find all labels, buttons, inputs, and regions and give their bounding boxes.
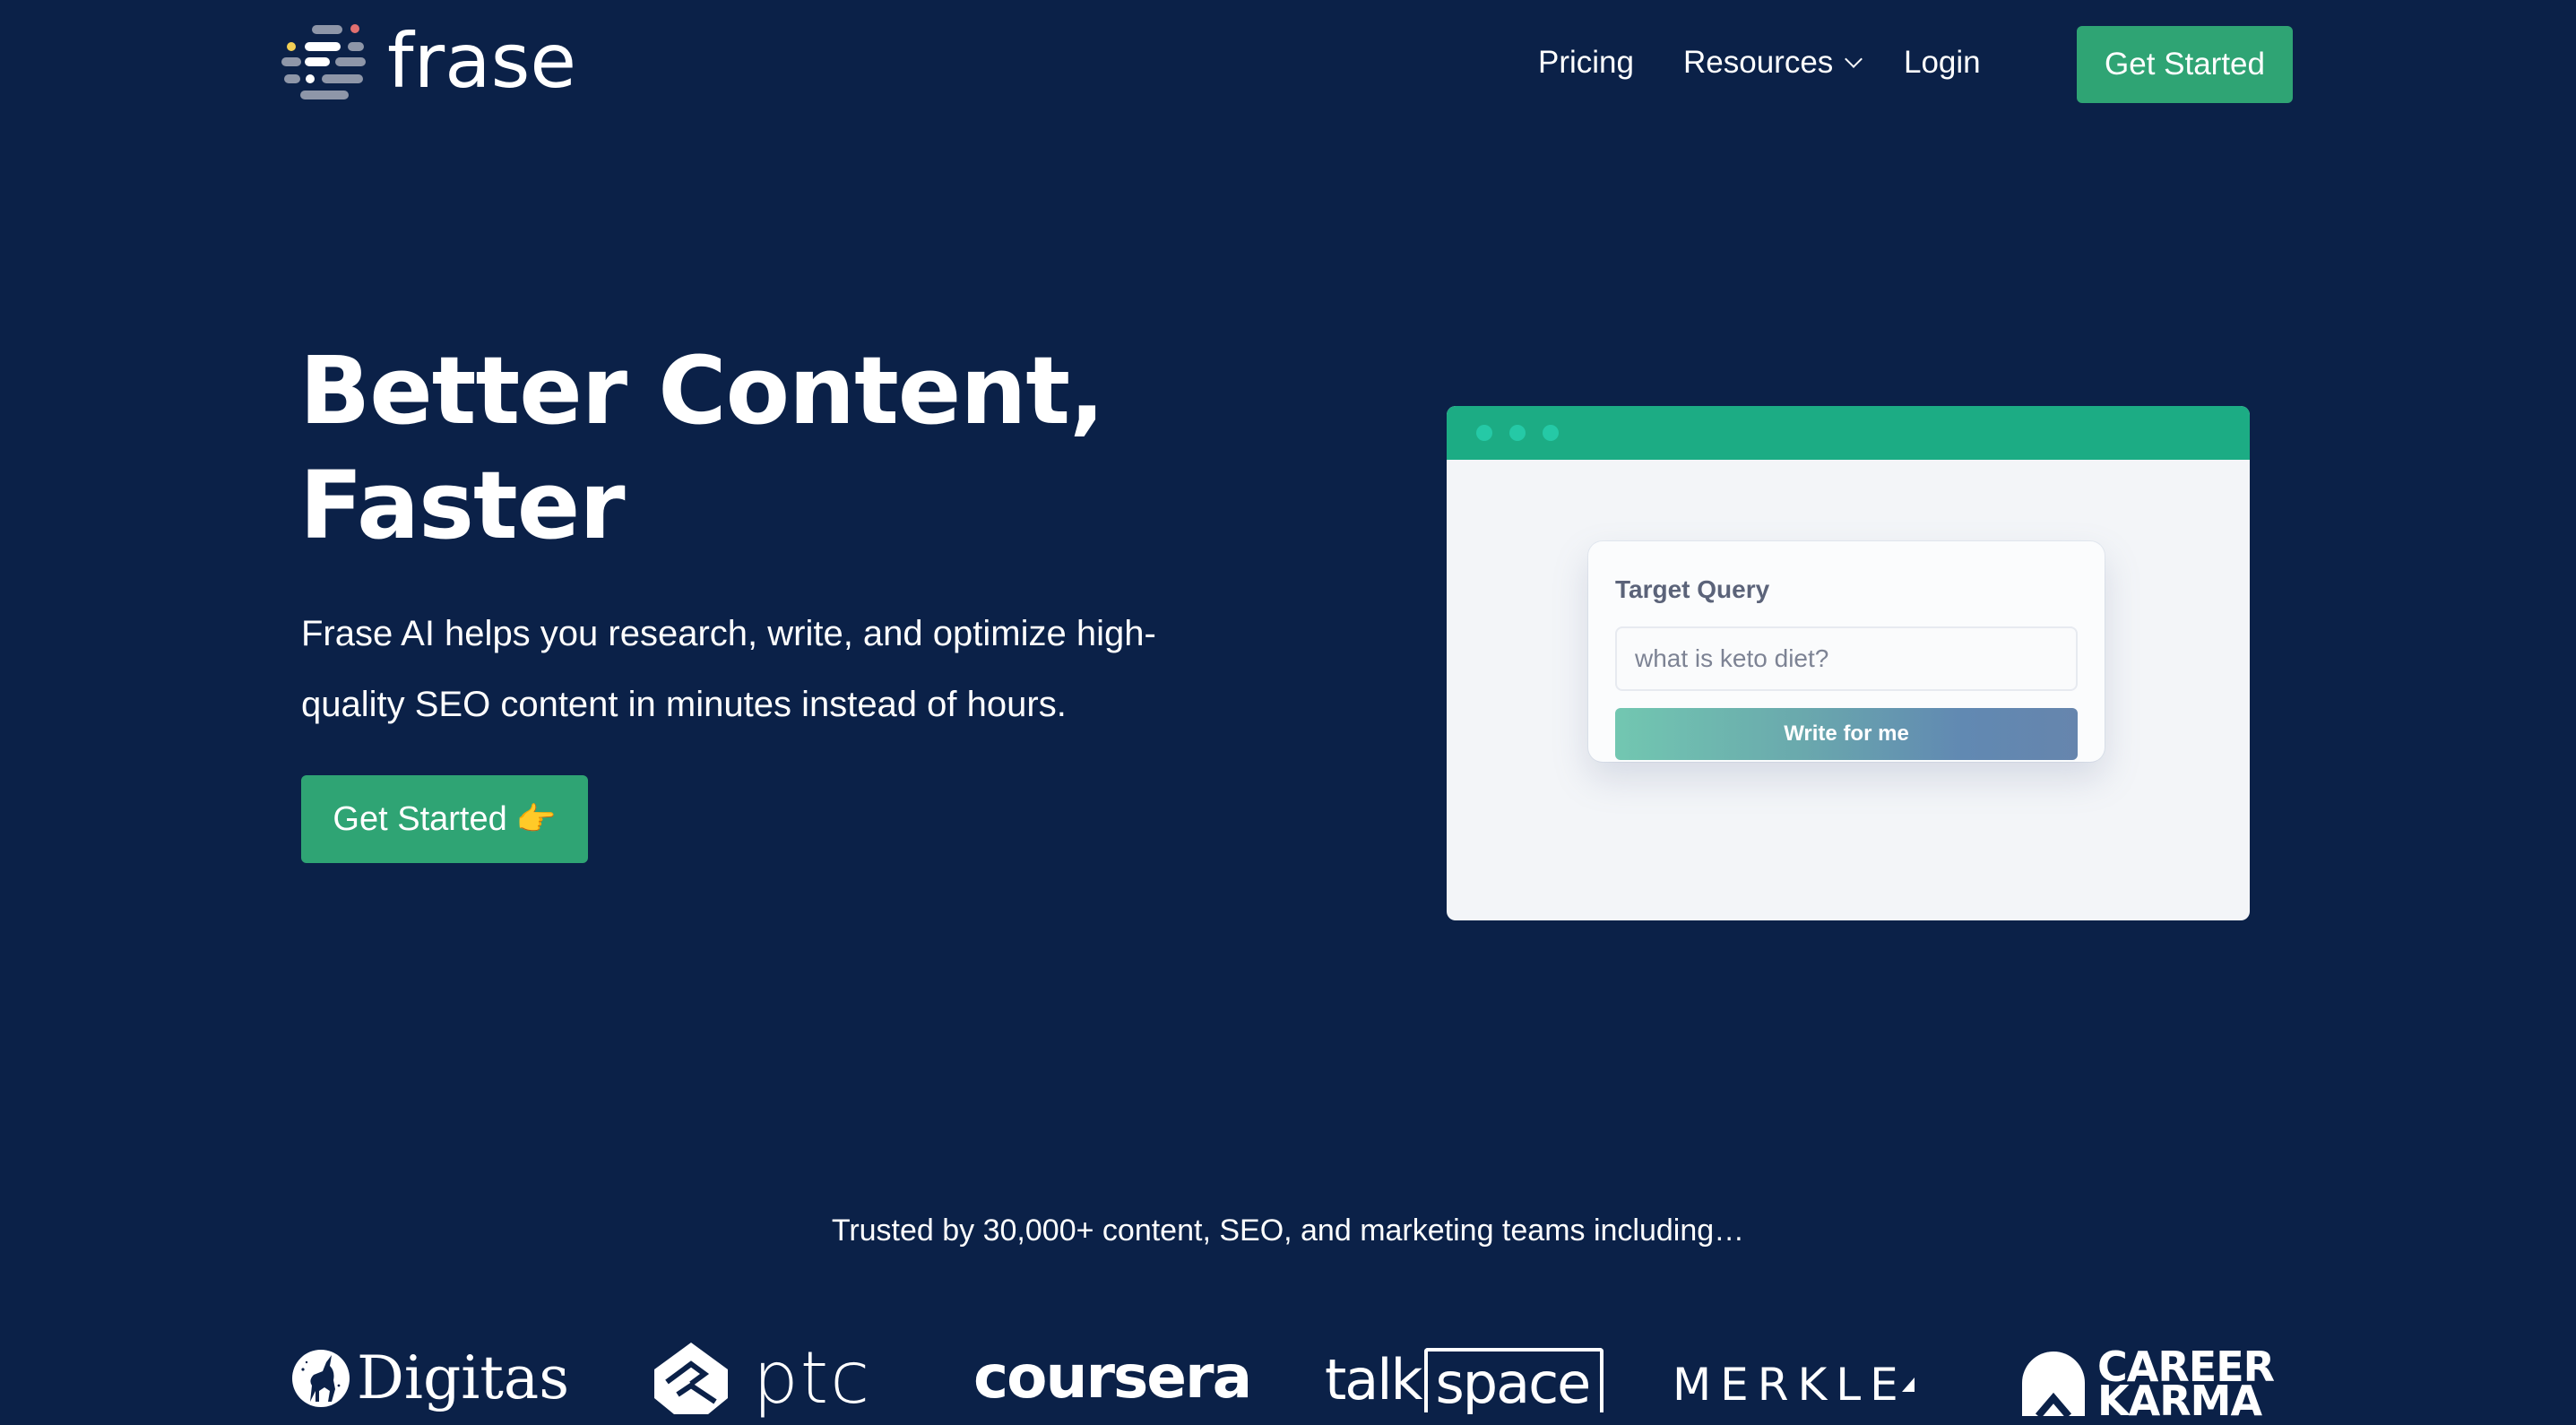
digitas-wordmark: Digitas — [357, 1343, 570, 1412]
nav-resources-label: Resources — [1683, 45, 1834, 80]
nav-login-link[interactable]: Login — [1904, 41, 1981, 84]
pointing-hand-icon: 👉 — [515, 800, 557, 837]
top-navigation: frase Pricing Resources Login Get Starte… — [0, 0, 2576, 125]
hero-title-line-2: Faster — [299, 451, 626, 560]
window-dot-icon — [1476, 425, 1492, 441]
hero-subtitle: Frase AI helps you research, write, and … — [301, 599, 1197, 740]
hero-subtitle-line-2: quality SEO content in minutes instead o… — [301, 685, 1067, 724]
nav-pricing-link[interactable]: Pricing — [1538, 41, 1634, 84]
ptc-mark-icon — [654, 1343, 728, 1414]
career-karma-logo: CAREER KARMA — [2022, 1346, 2275, 1425]
talkspace-wordmark-space: space — [1424, 1348, 1604, 1412]
hero-subtitle-line-1: Frase AI helps you research, write, and … — [301, 614, 1156, 653]
hero-get-started-button[interactable]: Get Started 👉 — [301, 775, 588, 863]
merkle-wordmark: MERKLE — [1673, 1359, 1907, 1411]
merkle-triangle-icon — [1901, 1378, 1915, 1392]
chevron-down-icon — [1845, 50, 1863, 68]
brand-name: frase — [387, 17, 577, 105]
target-query-input[interactable] — [1615, 626, 2078, 691]
career-karma-line-2: KARMA — [2097, 1377, 2262, 1425]
target-query-label: Target Query — [1615, 575, 1770, 603]
talkspace-wordmark-talk: talk — [1325, 1347, 1422, 1412]
digitas-logo: Digitas — [292, 1343, 570, 1412]
window-dot-icon — [1509, 425, 1526, 441]
career-karma-mark-icon — [2022, 1352, 2085, 1416]
target-query-card: Target Query Write for me — [1588, 541, 2105, 762]
app-preview-window: Target Query Write for me — [1447, 406, 2250, 920]
window-dot-icon — [1543, 425, 1559, 441]
unicorn-icon — [292, 1350, 350, 1407]
nav-get-started-button[interactable]: Get Started — [2077, 26, 2293, 103]
career-karma-wordmark: CAREER KARMA — [2097, 1346, 2275, 1425]
hero-title: Better Content, Faster — [299, 333, 1196, 563]
nav-resources-dropdown[interactable]: Resources — [1683, 41, 1863, 84]
trusted-by-text: Trusted by 30,000+ content, SEO, and mar… — [831, 1213, 1745, 1248]
window-title-bar — [1447, 406, 2250, 460]
merkle-logo: MERKLE — [1673, 1362, 1915, 1407]
write-for-me-button[interactable]: Write for me — [1615, 708, 2078, 760]
ptc-logo: ptc — [654, 1343, 871, 1414]
customer-logos: Digitas ptc coursera talk space MERKLE C… — [0, 1335, 2576, 1421]
coursera-logo: coursera — [973, 1343, 1252, 1412]
frase-logo[interactable]: frase — [280, 22, 576, 108]
hero-title-line-1: Better Content, — [299, 336, 1105, 445]
frase-logo-mark-icon — [280, 22, 369, 108]
ptc-wordmark: ptc — [753, 1336, 872, 1420]
talkspace-logo: talk space — [1325, 1348, 1604, 1412]
hero-cta-label: Get Started — [333, 799, 507, 838]
